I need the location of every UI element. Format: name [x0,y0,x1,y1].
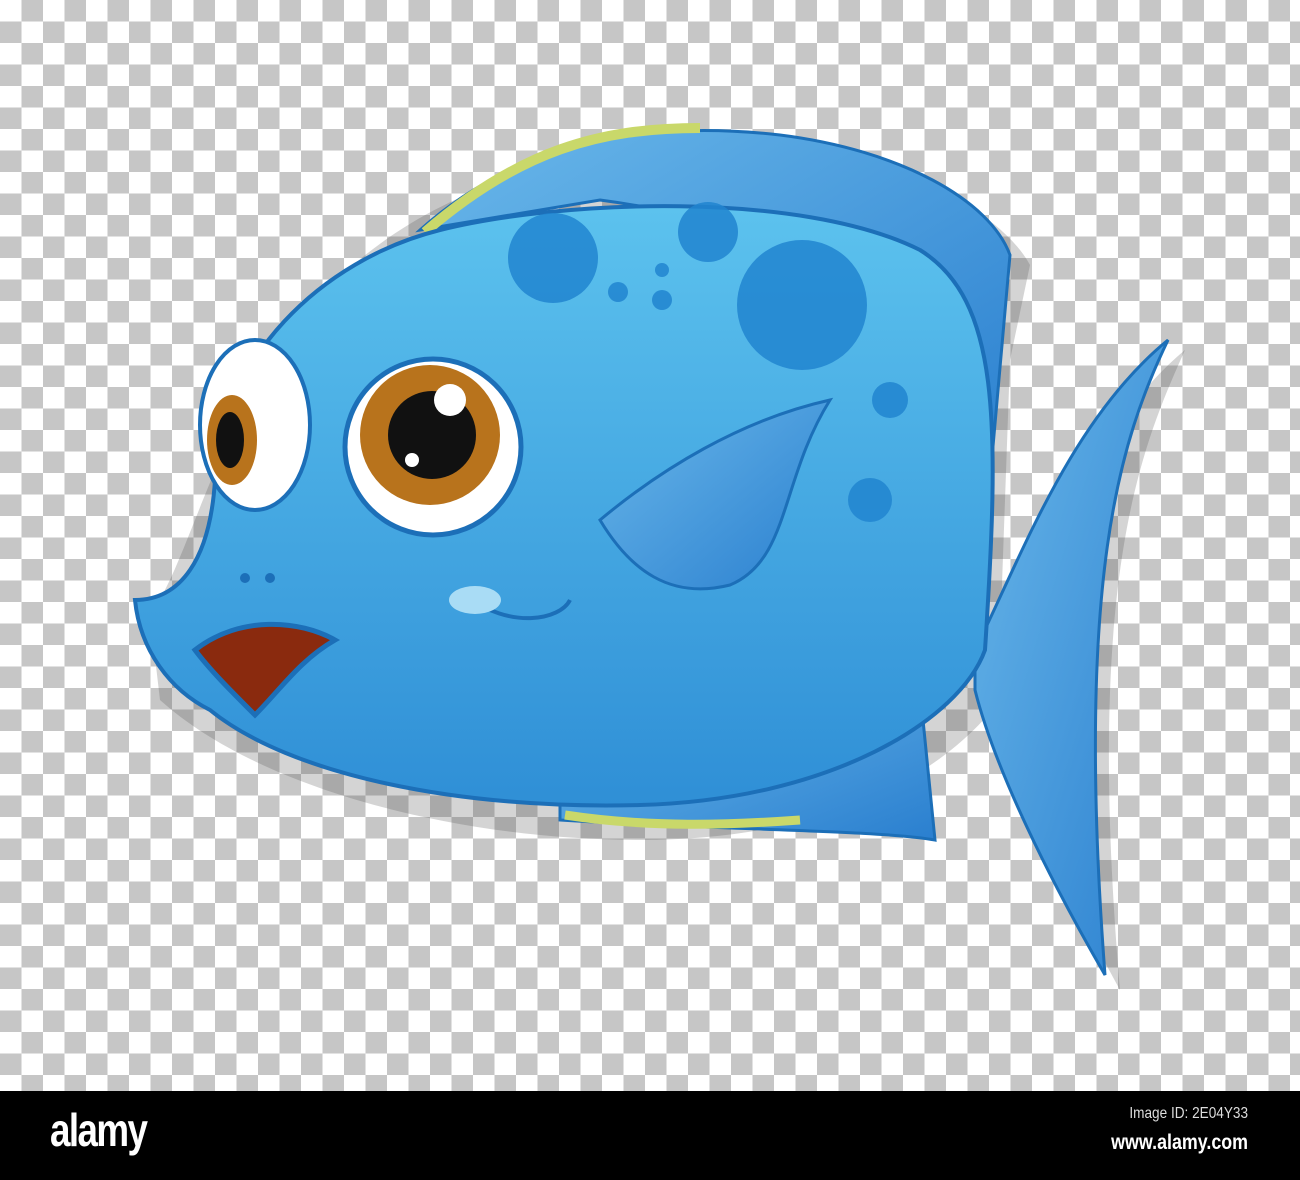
image-id: Image ID: 2E04Y33 [1129,1105,1248,1122]
far-eye-icon [198,338,312,512]
image-info: Image ID: 2E04Y33 www.alamy.com [1087,1105,1248,1155]
fish-illustration [132,123,1185,991]
cheek [449,586,501,614]
eye-icon [342,356,524,538]
alamy-logo[interactable]: alamy [50,1103,148,1157]
site-url[interactable]: www.alamy.com [1111,1131,1248,1155]
footer-bar: alamy Image ID: 2E04Y33 www.alamy.com [0,1091,1300,1180]
